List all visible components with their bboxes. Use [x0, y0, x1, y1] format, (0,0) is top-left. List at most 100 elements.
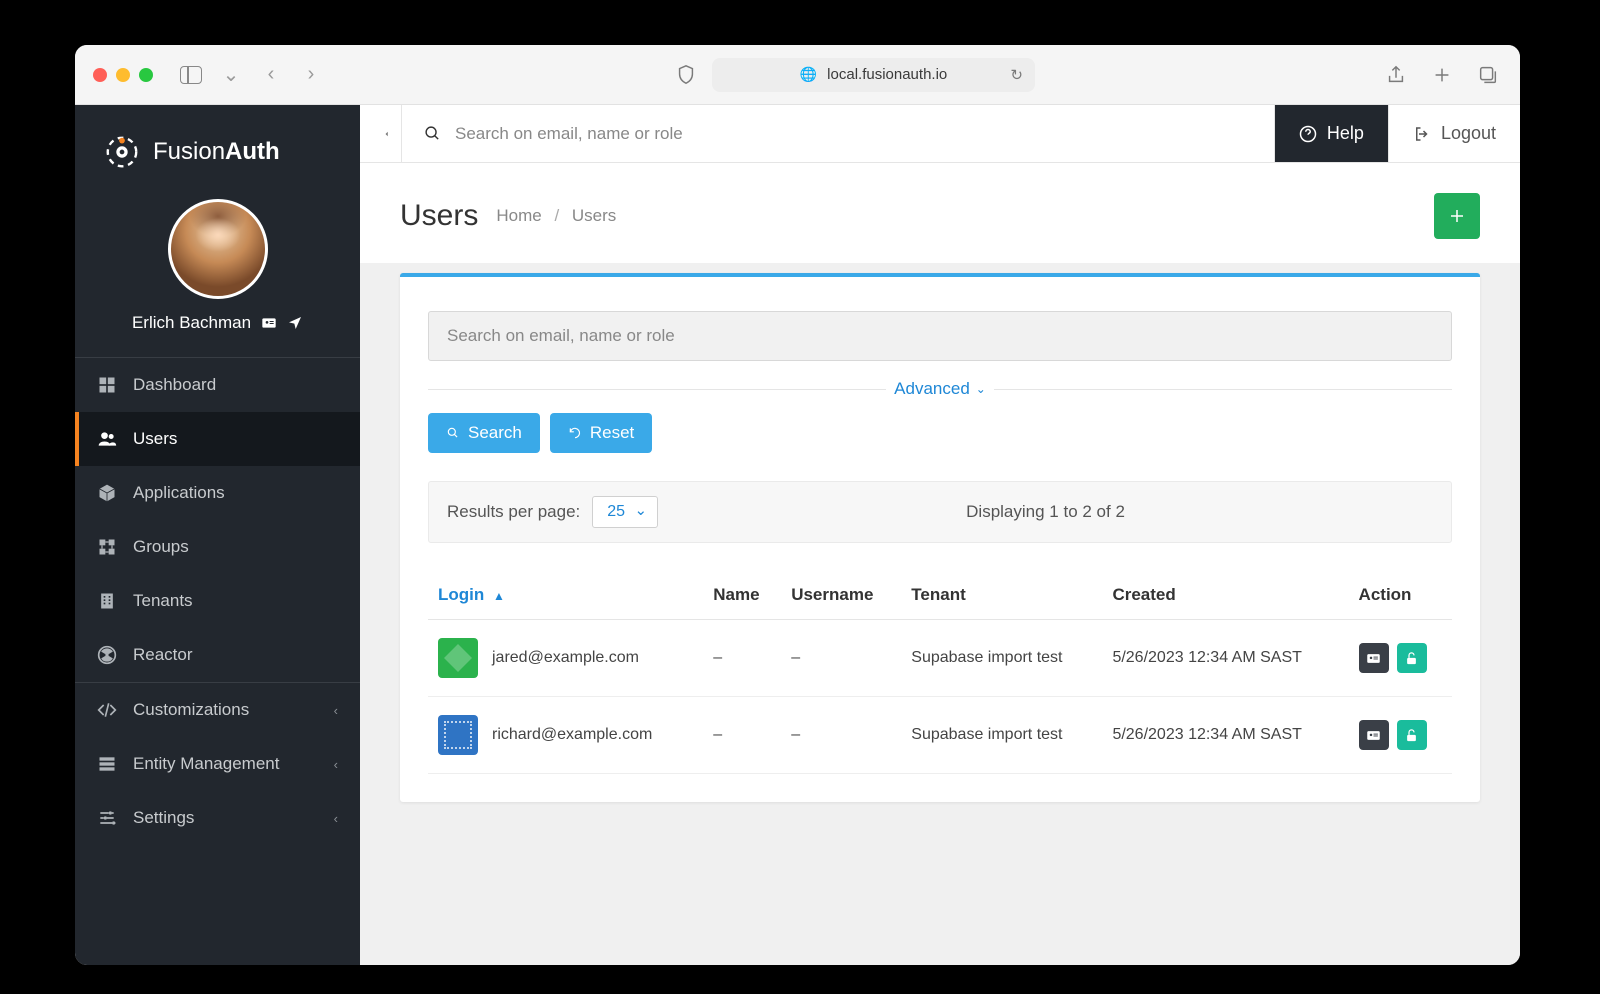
table-row: richard@example.com – – Supabase import …: [428, 697, 1452, 774]
add-user-button[interactable]: [1434, 193, 1480, 239]
new-tab-icon[interactable]: [1428, 61, 1456, 89]
server-icon: [97, 754, 117, 774]
window-close-button[interactable]: [93, 68, 107, 82]
sidebar-item-label: Customizations: [133, 700, 249, 720]
id-card-icon[interactable]: [261, 315, 277, 331]
manage-user-button[interactable]: [1359, 720, 1389, 750]
cell-tenant: Supabase import test: [901, 697, 1102, 774]
cell-name: –: [703, 697, 781, 774]
building-icon: [97, 591, 117, 611]
help-button[interactable]: Help: [1274, 105, 1388, 162]
search-panel: Advanced⌄ Search Reset: [400, 273, 1480, 802]
search-button[interactable]: Search: [428, 413, 540, 453]
users-icon: [97, 429, 117, 449]
sidebar: FusionAuth Erlich Bachman Dashboard User…: [75, 105, 360, 965]
browser-chrome: ⌄ ‹ › 🌐 local.fusionauth.io ↻: [75, 45, 1520, 105]
results-per-page-select[interactable]: 25: [592, 496, 658, 528]
cell-created: 5/26/2023 12:34 AM SAST: [1102, 697, 1348, 774]
advanced-toggle[interactable]: Advanced⌄: [886, 379, 994, 399]
search-icon: [446, 426, 460, 440]
brand-name: FusionAuth: [153, 138, 280, 166]
collapse-sidebar-button[interactable]: [360, 105, 402, 162]
page-title: Users: [400, 199, 478, 233]
cell-login[interactable]: jared@example.com: [492, 649, 639, 667]
sidebar-item-label: Applications: [133, 483, 225, 503]
sidebar-item-applications[interactable]: Applications: [75, 466, 360, 520]
sidebar-item-label: Reactor: [133, 645, 193, 665]
chevron-down-icon: ⌄: [976, 382, 986, 396]
browser-forward-button[interactable]: ›: [297, 61, 325, 89]
tabs-overview-icon[interactable]: [1474, 61, 1502, 89]
topbar: Help Logout: [360, 105, 1520, 163]
col-tenant[interactable]: Tenant: [901, 571, 1102, 620]
nav-primary: Dashboard Users Applications Groups Tena…: [75, 358, 360, 682]
logout-button[interactable]: Logout: [1388, 105, 1520, 162]
globe-icon: 🌐: [800, 66, 817, 83]
brand-logo: FusionAuth: [75, 105, 360, 189]
unlock-user-button[interactable]: [1397, 643, 1427, 673]
page-header: Users Home / Users: [360, 163, 1520, 263]
unlock-icon: [1404, 728, 1419, 743]
breadcrumb-current: Users: [572, 206, 616, 225]
logout-icon: [1413, 125, 1431, 143]
window-minimize-button[interactable]: [116, 68, 130, 82]
sidebar-item-customizations[interactable]: Customizations ‹: [75, 683, 360, 737]
chevron-left-icon: ‹: [334, 703, 338, 718]
cell-username: –: [781, 697, 901, 774]
cell-username: –: [781, 620, 901, 697]
undo-icon: [568, 426, 582, 440]
sidebar-item-dashboard[interactable]: Dashboard: [75, 358, 360, 412]
browser-back-button[interactable]: ‹: [257, 61, 285, 89]
sidebar-item-label: Dashboard: [133, 375, 216, 395]
user-avatar-icon: [438, 638, 478, 678]
breadcrumb: Home / Users: [496, 206, 616, 226]
col-created[interactable]: Created: [1102, 571, 1348, 620]
sidebar-item-settings[interactable]: Settings ‹: [75, 791, 360, 845]
sort-asc-icon: ▲: [493, 589, 505, 603]
sidebar-item-label: Groups: [133, 537, 189, 557]
traffic-lights: [93, 68, 153, 82]
main-content: Help Logout Users Home / Users: [360, 105, 1520, 965]
sidebar-item-label: Tenants: [133, 591, 193, 611]
cell-created: 5/26/2023 12:34 AM SAST: [1102, 620, 1348, 697]
sidebar-item-tenants[interactable]: Tenants: [75, 574, 360, 628]
table-row: jared@example.com – – Supabase import te…: [428, 620, 1452, 697]
topbar-search-input[interactable]: [455, 124, 1252, 144]
sidebar-item-reactor[interactable]: Reactor: [75, 628, 360, 682]
share-icon[interactable]: [1382, 61, 1410, 89]
search-icon: [424, 125, 441, 142]
browser-dropdown[interactable]: ⌄: [217, 61, 245, 89]
id-card-icon: [1366, 728, 1381, 743]
col-name[interactable]: Name: [703, 571, 781, 620]
unlock-user-button[interactable]: [1397, 720, 1427, 750]
panel-search-input[interactable]: [428, 311, 1452, 361]
cube-icon: [97, 483, 117, 503]
address-bar[interactable]: 🌐 local.fusionauth.io ↻: [712, 58, 1035, 92]
cell-name: –: [703, 620, 781, 697]
id-card-icon: [1366, 651, 1381, 666]
plus-icon: [1448, 207, 1466, 225]
reset-button[interactable]: Reset: [550, 413, 652, 453]
results-bar: Results per page: 25 Displaying 1 to 2 o…: [428, 481, 1452, 543]
chevron-left-icon: ‹: [334, 757, 338, 772]
manage-user-button[interactable]: [1359, 643, 1389, 673]
sidebar-item-label: Entity Management: [133, 754, 279, 774]
col-login[interactable]: Login ▲: [428, 571, 703, 620]
topbar-search: [402, 105, 1274, 162]
sidebar-item-entity-management[interactable]: Entity Management ‹: [75, 737, 360, 791]
window-zoom-button[interactable]: [139, 68, 153, 82]
avatar[interactable]: [168, 199, 268, 299]
groups-icon: [97, 537, 117, 557]
reload-icon[interactable]: ↻: [1010, 66, 1023, 84]
cell-login[interactable]: richard@example.com: [492, 726, 652, 744]
location-arrow-icon[interactable]: [287, 315, 303, 331]
sidebar-item-users[interactable]: Users: [75, 412, 360, 466]
sidebar-item-label: Users: [133, 429, 177, 449]
browser-sidebar-toggle[interactable]: [177, 61, 205, 89]
sidebar-item-groups[interactable]: Groups: [75, 520, 360, 574]
help-label: Help: [1327, 123, 1364, 144]
shield-icon[interactable]: [672, 61, 700, 89]
breadcrumb-home[interactable]: Home: [496, 206, 541, 225]
col-username[interactable]: Username: [781, 571, 901, 620]
address-text: local.fusionauth.io: [827, 66, 947, 83]
